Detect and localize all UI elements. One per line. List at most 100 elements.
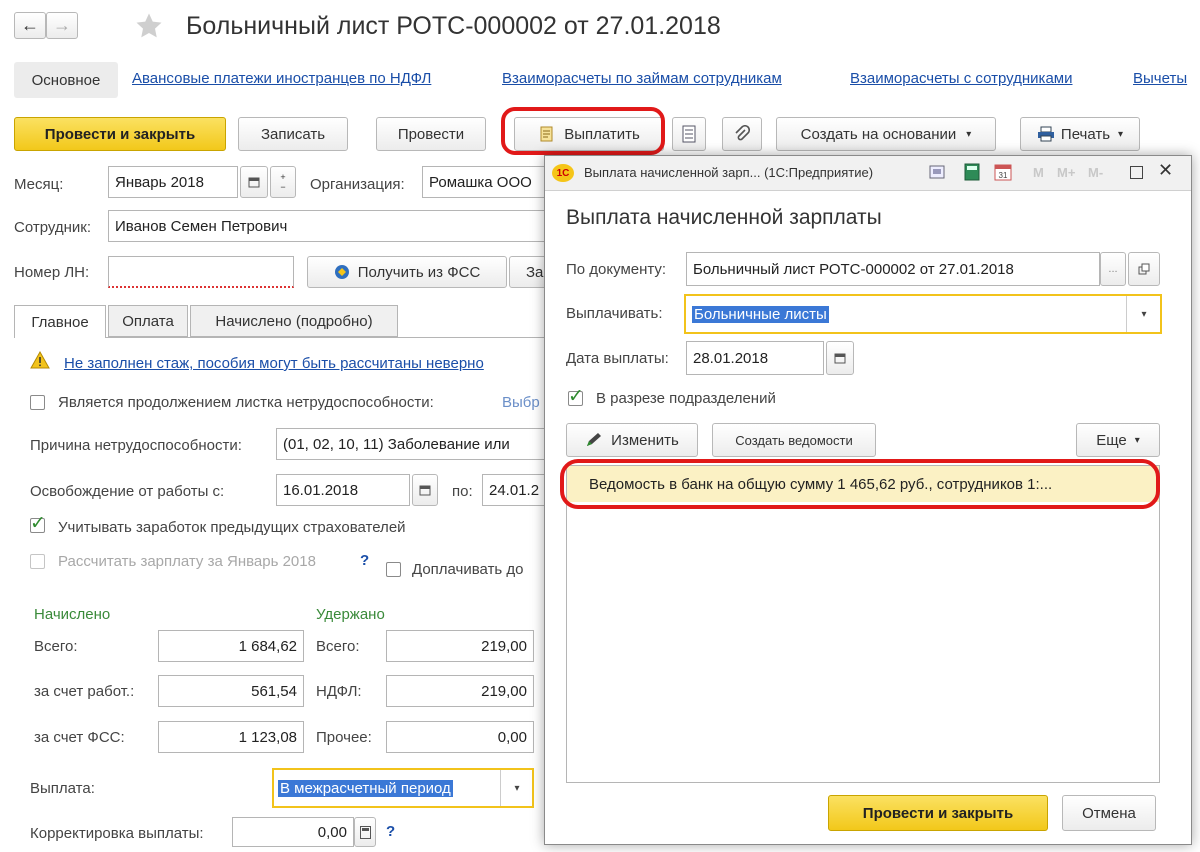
- payout-label: Выплата:: [30, 780, 95, 797]
- highlight-statement: [560, 459, 1160, 509]
- open-document-button[interactable]: [1128, 252, 1160, 286]
- page-title: Больничный лист РОТС-000002 от 27.01.201…: [186, 12, 721, 40]
- release-from-field[interactable]: 16.01.2018: [276, 474, 410, 506]
- favorite-star-icon[interactable]: [134, 11, 164, 41]
- edit-button[interactable]: Изменить: [566, 423, 698, 457]
- month-label: Месяц:: [14, 176, 64, 193]
- by-document-field[interactable]: Больничный лист РОТС-000002 от 27.01.201…: [686, 252, 1100, 286]
- payout-dropdown-arrow[interactable]: ▾: [500, 770, 533, 806]
- get-from-fss-button[interactable]: Получить из ФСС: [307, 256, 507, 288]
- fss-field[interactable]: 1 123,08: [158, 721, 304, 753]
- month-field[interactable]: Январь 2018: [108, 166, 238, 198]
- help-icon[interactable]: ?: [360, 552, 369, 569]
- reason-field[interactable]: (01, 02, 10, 11) Заболевание или: [276, 428, 558, 460]
- organization-label: Организация:: [310, 176, 405, 193]
- pencil-icon: [587, 433, 602, 446]
- calendar-button[interactable]: [240, 166, 268, 198]
- by-document-label: По документу:: [566, 261, 667, 278]
- calculator-icon[interactable]: [964, 163, 980, 181]
- statements-list[interactable]: [566, 465, 1160, 783]
- pay-date-calendar-button[interactable]: [826, 341, 854, 375]
- list-button[interactable]: [672, 117, 706, 151]
- check-icon: ✓: [568, 386, 584, 407]
- printer-icon: [1037, 126, 1054, 142]
- pay-date-field[interactable]: 28.01.2018: [686, 341, 824, 375]
- chevron-down-icon: ▾: [1134, 434, 1140, 446]
- highlight-pay: [501, 107, 665, 155]
- calendar-icon: [834, 353, 846, 364]
- withheld-total-label: Всего:: [316, 638, 360, 655]
- create-statements-button[interactable]: Создать ведомости: [712, 423, 876, 457]
- list-icon: [682, 125, 696, 143]
- adjust-help-icon[interactable]: ?: [386, 823, 395, 840]
- ln-number-field[interactable]: [108, 256, 294, 288]
- accrued-total-label: Всего:: [34, 638, 78, 655]
- employee-field[interactable]: Иванов Семен Петрович: [108, 210, 558, 242]
- calc-salary-checkbox: [30, 554, 45, 569]
- tab-payment[interactable]: Оплата: [108, 305, 188, 337]
- extra-pay-checkbox[interactable]: [386, 562, 401, 577]
- print-button[interactable]: Печать ▾: [1020, 117, 1140, 151]
- ndfl-label: НДФЛ:: [316, 683, 362, 700]
- save-copy-icon[interactable]: [928, 163, 946, 181]
- tab-main[interactable]: Главное: [14, 305, 106, 338]
- continuation-select-link[interactable]: Выбр: [502, 394, 540, 411]
- open-link-icon: [1138, 263, 1150, 275]
- create-based-on-button[interactable]: Создать на основании ▾: [776, 117, 996, 151]
- tab-accrued-detail[interactable]: Начислено (подробно): [190, 305, 398, 337]
- post-and-close-button[interactable]: Провести и закрыть: [14, 117, 226, 151]
- calc-salary-label: Рассчитать зарплату за Январь 2018: [58, 553, 316, 570]
- memory-m-button[interactable]: M: [1033, 165, 1044, 180]
- withheld-total-field[interactable]: 219,00: [386, 630, 534, 662]
- ndfl-field[interactable]: 219,00: [386, 675, 534, 707]
- nav-link-deductions[interactable]: Вычеты: [1133, 70, 1187, 87]
- by-department-label: В разрезе подразделений: [596, 390, 776, 407]
- 1c-logo-icon: 1С: [552, 164, 574, 182]
- memory-minus-button[interactable]: M-: [1088, 165, 1103, 180]
- more-button[interactable]: Еще ▾: [1076, 423, 1160, 457]
- calendar-icon[interactable]: 31: [994, 163, 1012, 181]
- continuation-label: Является продолжением листка нетрудоспос…: [58, 394, 434, 411]
- pay-type-dropdown-arrow[interactable]: ▾: [1126, 296, 1161, 332]
- organization-field[interactable]: Ромашка ООО: [422, 166, 552, 198]
- paperclip-icon: [735, 125, 750, 141]
- calendar-icon: [248, 177, 260, 188]
- svg-text:31: 31: [999, 171, 1008, 180]
- nav-link-loans[interactable]: Взаиморасчеты по займам сотрудникам: [502, 70, 782, 87]
- by-document-select-button[interactable]: ...: [1100, 252, 1126, 286]
- maximize-icon[interactable]: [1130, 166, 1143, 179]
- close-icon[interactable]: ✕: [1158, 160, 1173, 181]
- nav-link-advance-ndfl[interactable]: Авансовые платежи иностранцев по НДФЛ: [132, 70, 431, 87]
- adjust-calculator-button[interactable]: [354, 817, 376, 847]
- forward-button[interactable]: →: [46, 12, 78, 39]
- employer-label: за счет работ.:: [34, 683, 135, 700]
- calendar-icon: [419, 485, 431, 496]
- get-from-fss-label: Получить из ФСС: [357, 263, 481, 281]
- warning-icon: [30, 351, 50, 369]
- dialog-post-and-close-button[interactable]: Провести и закрыть: [828, 795, 1048, 831]
- accrued-total-field[interactable]: 1 684,62: [158, 630, 304, 662]
- dialog-cancel-button[interactable]: Отмена: [1062, 795, 1156, 831]
- extra-pay-label: Доплачивать до: [412, 561, 524, 578]
- dialog-title: Выплата начисленной зарплаты: [566, 206, 882, 229]
- nav-link-settlements[interactable]: Взаиморасчеты с сотрудниками: [850, 70, 1073, 87]
- step-down-icon: −: [280, 182, 286, 192]
- month-stepper[interactable]: + −: [270, 166, 296, 198]
- print-label: Печать: [1060, 125, 1111, 143]
- save-button[interactable]: Записать: [238, 117, 348, 151]
- attach-button[interactable]: [722, 117, 762, 151]
- employer-field[interactable]: 561,54: [158, 675, 304, 707]
- post-button[interactable]: Провести: [376, 117, 486, 151]
- continuation-checkbox[interactable]: [30, 395, 45, 410]
- adjust-field[interactable]: 0,00: [232, 817, 354, 847]
- warning-link[interactable]: Не заполнен стаж, пособия могут быть рас…: [64, 355, 484, 372]
- back-button[interactable]: ←: [14, 12, 46, 39]
- reason-label: Причина нетрудоспособности:: [30, 437, 242, 454]
- pay-type-select[interactable]: Больничные листы: [684, 294, 1162, 334]
- payout-select[interactable]: В межрасчетный период: [272, 768, 534, 808]
- other-field[interactable]: 0,00: [386, 721, 534, 753]
- ln-number-label: Номер ЛН:: [14, 264, 90, 281]
- tab-main-nav[interactable]: Основное: [14, 62, 118, 98]
- memory-plus-button[interactable]: M+: [1057, 165, 1075, 180]
- release-from-calendar-button[interactable]: [412, 474, 438, 506]
